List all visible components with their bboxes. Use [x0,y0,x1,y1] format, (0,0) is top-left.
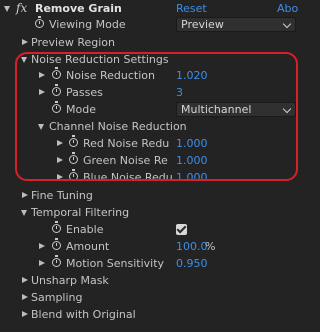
collapse-triangle-icon[interactable] [21,57,27,63]
stopwatch-icon[interactable] [69,152,78,164]
stopwatch-icon[interactable] [52,255,61,267]
blend-with-original-row[interactable]: Blend with Original [0,306,315,323]
amount-row: Amount 100.0 % [0,238,315,255]
noise-reduction-settings-label: Noise Reduction Settings [31,53,169,66]
unsharp-mask-row[interactable]: Unsharp Mask [0,272,315,289]
preview-region-label: Preview Region [31,36,115,49]
expand-triangle-icon[interactable] [22,277,28,283]
blue-noise-reduction-value[interactable]: 1.000 [176,169,208,186]
stopwatch-icon[interactable] [52,238,61,250]
mode-value: Multichannel [181,103,252,116]
stopwatch-icon[interactable] [52,221,61,233]
motion-sensitivity-row: Motion Sensitivity 0.950 [0,255,315,272]
blue-noise-reduction-row: Blue Noise Redu 1.000 [0,169,315,186]
red-noise-reduction-label: Red Noise Redu [83,137,170,150]
mode-row: Mode Multichannel [0,101,315,118]
mode-label: Mode [66,103,96,116]
stopwatch-icon[interactable] [52,84,61,96]
viewing-mode-label: Viewing Mode [49,18,126,31]
green-noise-reduction-label: Green Noise Re [83,154,168,167]
expand-triangle-icon[interactable] [22,311,28,317]
channel-noise-reduction-row[interactable]: Channel Noise Reduction [0,118,315,135]
expand-triangle-icon[interactable] [57,174,63,180]
green-noise-reduction-value[interactable]: 1.000 [176,152,208,169]
expand-triangle-icon[interactable] [39,72,45,78]
red-noise-reduction-value[interactable]: 1.000 [176,135,208,152]
stopwatch-icon[interactable] [69,169,78,181]
about-button[interactable]: Abo [277,0,298,17]
expand-triangle-icon[interactable] [57,140,63,146]
fine-tuning-row[interactable]: Fine Tuning [0,187,315,204]
effect-controls-panel: fx Remove Grain Reset Abo Viewing Mode P… [0,0,315,332]
amount-value[interactable]: 100.0 [176,238,208,255]
enable-checkbox[interactable] [176,224,187,235]
effect-title: Remove Grain [35,2,122,15]
noise-reduction-row: Noise Reduction 1.020 [0,67,315,84]
temporal-filtering-row[interactable]: Temporal Filtering [0,204,315,221]
amount-unit: % [205,240,216,253]
noise-reduction-value[interactable]: 1.020 [176,67,208,84]
noise-reduction-settings-row[interactable]: Noise Reduction Settings [0,51,315,68]
mode-dropdown[interactable]: Multichannel [176,102,296,117]
preview-region-row[interactable]: Preview Region [0,34,315,51]
expand-triangle-icon[interactable] [22,192,28,198]
passes-row: Passes 3 [0,84,315,101]
blue-noise-reduction-label: Blue Noise Redu [83,171,173,184]
chevron-down-icon [282,19,292,29]
passes-value[interactable]: 3 [176,84,183,101]
motion-sensitivity-label: Motion Sensitivity [66,257,165,270]
temporal-filtering-label: Temporal Filtering [31,206,130,219]
expand-triangle-icon[interactable] [22,39,28,45]
expand-triangle-icon[interactable] [57,157,63,163]
reset-button[interactable]: Reset [176,0,207,17]
channel-noise-reduction-label: Channel Noise Reduction [49,120,187,133]
collapse-triangle-icon[interactable] [4,6,10,12]
sampling-row[interactable]: Sampling [0,289,315,306]
expand-triangle-icon[interactable] [22,294,28,300]
enable-label: Enable [66,223,104,236]
red-noise-reduction-row: Red Noise Redu 1.000 [0,135,315,152]
motion-sensitivity-value[interactable]: 0.950 [176,255,208,272]
fx-icon[interactable]: fx [16,0,27,17]
effect-header-row: fx Remove Grain Reset Abo [0,0,315,17]
stopwatch-icon[interactable] [52,67,61,79]
amount-label: Amount [66,240,110,253]
viewing-mode-row: Viewing Mode Preview [0,16,315,33]
blend-with-original-label: Blend with Original [31,308,136,321]
passes-label: Passes [66,86,103,99]
stopwatch-icon[interactable] [52,101,61,113]
fine-tuning-label: Fine Tuning [31,189,93,202]
noise-reduction-label: Noise Reduction [66,69,155,82]
stopwatch-icon[interactable] [69,135,78,147]
collapse-triangle-icon[interactable] [21,210,27,216]
expand-triangle-icon[interactable] [39,260,45,266]
expand-triangle-icon[interactable] [39,243,45,249]
viewing-mode-dropdown[interactable]: Preview [176,17,296,32]
unsharp-mask-label: Unsharp Mask [31,274,109,287]
expand-triangle-icon[interactable] [39,89,45,95]
collapse-triangle-icon[interactable] [38,124,44,130]
viewing-mode-value: Preview [181,18,224,31]
chevron-down-icon [282,104,292,114]
stopwatch-icon[interactable] [35,16,44,28]
enable-row: Enable [0,221,315,238]
green-noise-reduction-row: Green Noise Re 1.000 [0,152,315,169]
sampling-label: Sampling [31,291,83,304]
